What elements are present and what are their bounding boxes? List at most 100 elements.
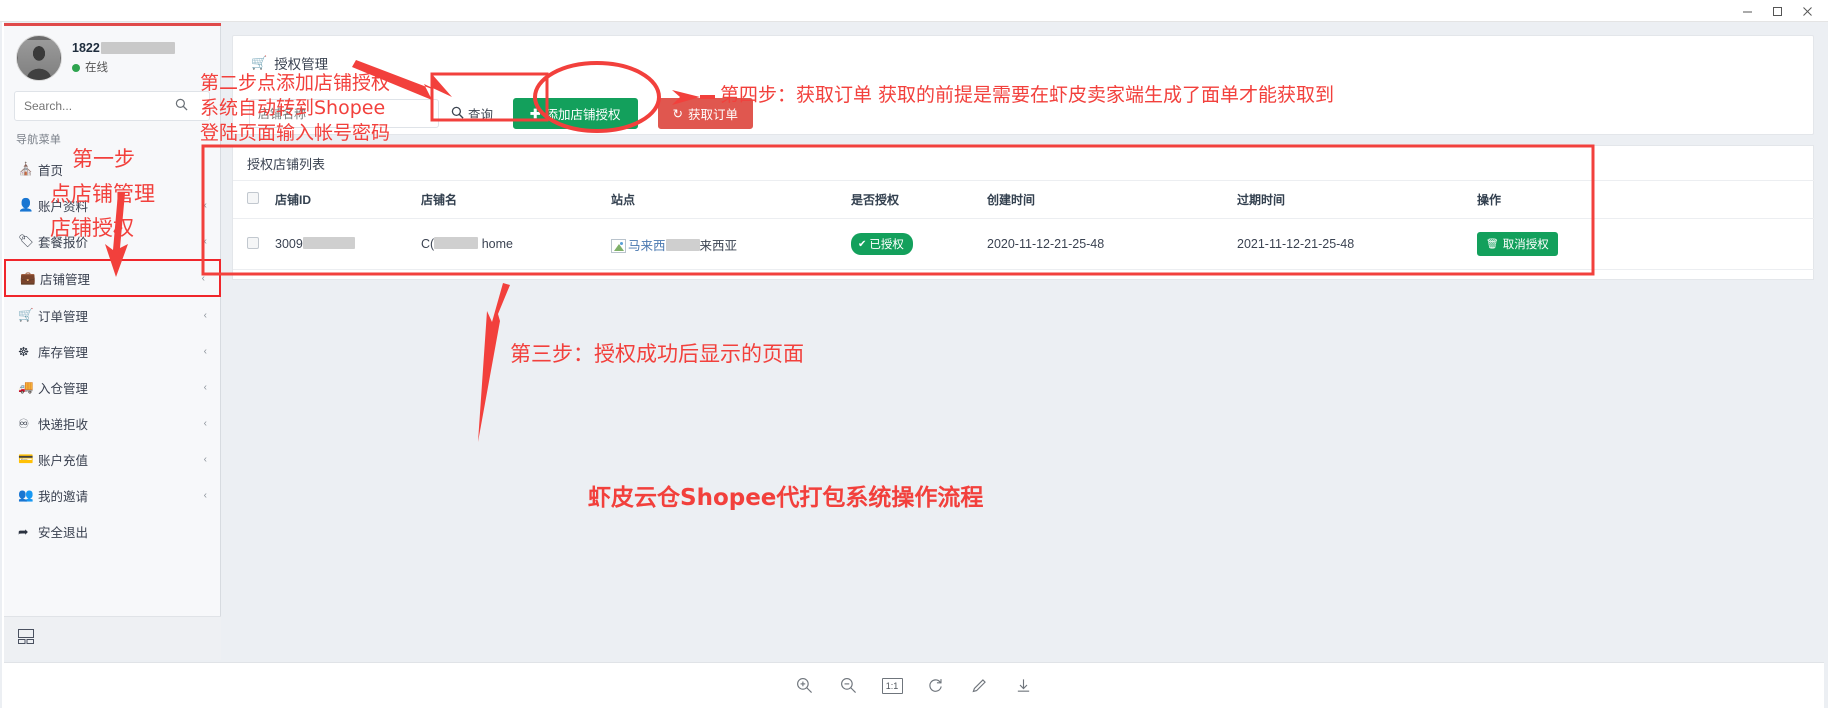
sidebar-item-shop-management[interactable]: 💼 店铺管理 ‹ (4, 259, 221, 297)
chevron-left-icon: ‹ (203, 345, 207, 357)
cell-action: 🗑 取消授权 (1477, 218, 1815, 270)
shop-name-input[interactable] (249, 99, 439, 128)
sidebar-item-recharge[interactable]: 💳 账户充值 ‹ (4, 441, 221, 477)
nav-section-title: 导航菜单 (16, 134, 62, 146)
user-icon: 👤 (18, 197, 34, 212)
minus-circle-icon: ♾ (18, 416, 30, 431)
avatar (16, 35, 62, 81)
search-input[interactable] (15, 93, 175, 119)
rotate-icon[interactable] (925, 675, 947, 697)
authorization-panel: 🛒 授权管理 查询 ✚ 添加店铺授权 ↻ 获取订单 (232, 35, 1814, 135)
sidebar-item-label: 我的邀请 (38, 489, 89, 504)
broken-image-icon (611, 238, 626, 253)
sidebar-item-warehouse-in[interactable]: 🚚 入仓管理 ‹ (4, 369, 221, 405)
actual-size-button[interactable]: 1:1 (881, 677, 903, 694)
sidebar-item-label: 首页 (38, 163, 64, 178)
trash-icon: 🗑 (1486, 238, 1499, 250)
sidebar-footer (4, 616, 221, 660)
query-button-label: 查询 (468, 108, 494, 122)
search-icon[interactable] (175, 98, 188, 114)
sidebar-nav: ⛪ 首页 👤 账户资料 ‹ 🏷 套餐报价 ‹ 💼 店铺管理 ‹ 🛒 订单管理 ‹… (4, 151, 221, 549)
users-icon: 👥 (18, 487, 34, 502)
tag-icon: 🏷 (18, 233, 34, 248)
maximize-icon[interactable] (1762, 1, 1792, 22)
sidebar-accent-bar (4, 23, 221, 26)
add-shop-button-label: 添加店铺授权 (545, 108, 621, 122)
cart-icon: 🛒 (18, 307, 34, 322)
refresh-icon: ↻ (672, 107, 683, 121)
chevron-left-icon: ‹ (203, 309, 207, 321)
authorized-shops-table: 店铺ID 店铺名 站点 是否授权 创建时间 过期时间 操作 3009 C(ho… (233, 180, 1815, 270)
cell-created-time: 2020-11-12-21-25-48 (987, 218, 1237, 270)
table-row[interactable]: 3009 C( home 马来西 来西亚 ✔ 已授权 2020-11-12-21… (233, 218, 1815, 270)
status-badge-label: 已授权 (869, 239, 904, 251)
sidebar-item-label: 订单管理 (38, 309, 89, 324)
zoom-in-icon[interactable] (794, 675, 816, 697)
credit-card-icon: 💳 (18, 451, 34, 466)
cart-icon: 🛒 (251, 55, 268, 70)
cancel-authorization-label: 取消授权 (1502, 239, 1549, 251)
minimize-icon[interactable] (1732, 1, 1762, 22)
cell-authorized: ✔ 已授权 (851, 218, 987, 270)
sidebar-item-inventory[interactable]: ☸ 库存管理 ‹ (4, 333, 221, 369)
shop-id-value: 3009 (275, 237, 303, 251)
sidebar-item-parcel-reject[interactable]: ♾ 快递拒收 ‹ (4, 405, 221, 441)
sidebar-item-label: 库存管理 (38, 345, 89, 360)
redacted-shop-name (434, 237, 479, 249)
plus-icon: ✚ (530, 107, 541, 121)
column-header-action: 操作 (1477, 180, 1815, 219)
sidebar-item-my-invites[interactable]: 👥 我的邀请 ‹ (4, 477, 221, 513)
sidebar-item-label: 账户充值 (38, 453, 89, 468)
column-header-shop-id: 店铺ID (275, 180, 421, 219)
window-layout-icon[interactable] (18, 629, 34, 648)
filter-toolbar: 查询 ✚ 添加店铺授权 ↻ 获取订单 (249, 98, 754, 129)
sidebar-item-label: 店铺管理 (40, 272, 91, 287)
sidebar-item-label: 快递拒收 (38, 417, 89, 432)
chevron-left-icon: ‹ (203, 235, 207, 247)
select-all-checkbox[interactable] (247, 192, 259, 204)
sidebar-item-logout[interactable]: ➦ 安全退出 (4, 513, 221, 549)
status-badge: ✔ 已授权 (851, 233, 913, 255)
online-dot-icon (72, 64, 80, 73)
cancel-authorization-button[interactable]: 🗑 取消授权 (1477, 232, 1558, 256)
sidebar-item-label: 套餐报价 (38, 235, 89, 250)
pencil-icon[interactable] (969, 675, 991, 697)
sidebar-item-account[interactable]: 👤 账户资料 ‹ (4, 187, 221, 223)
row-checkbox[interactable] (247, 236, 259, 249)
profile-status-label: 在线 (85, 62, 108, 75)
fetch-orders-button[interactable]: ↻ 获取订单 (657, 98, 754, 129)
column-header-authorized: 是否授权 (851, 180, 987, 219)
fetch-orders-button-label: 获取订单 (688, 108, 739, 122)
check-circle-icon: ✔ (858, 238, 867, 250)
truck-icon: 🚚 (18, 379, 34, 394)
shop-list-panel: 授权店铺列表 店铺ID 店铺名 站点 是否授权 创建时间 过期时间 操作 300… (232, 145, 1815, 280)
shop-name-prefix: C( (421, 237, 435, 251)
redacted-username (100, 42, 175, 55)
table-caption: 授权店铺列表 (247, 157, 326, 172)
download-icon[interactable] (1013, 675, 1035, 697)
title-bar (0, 0, 1828, 22)
home-icon: ⛪ (18, 161, 34, 176)
chevron-left-icon: ‹ (203, 381, 207, 393)
boxes-icon: ☸ (18, 344, 30, 359)
logout-icon: ➦ (18, 524, 29, 539)
sidebar-item-pricing[interactable]: 🏷 套餐报价 ‹ (4, 223, 221, 259)
table-header-row: 店铺ID 店铺名 站点 是否授权 创建时间 过期时间 操作 (233, 180, 1815, 219)
chevron-left-icon: ‹ (203, 489, 207, 501)
sidebar-search[interactable] (14, 91, 210, 121)
sidebar-item-home[interactable]: ⛪ 首页 (4, 151, 221, 187)
add-shop-authorization-button[interactable]: ✚ 添加店铺授权 (513, 98, 638, 129)
redacted-shop-id (302, 237, 355, 249)
query-button[interactable]: 查询 (447, 99, 497, 128)
column-header-created: 创建时间 (987, 180, 1237, 219)
sidebar-item-order-management[interactable]: 🛒 订单管理 ‹ (4, 297, 221, 333)
close-icon[interactable] (1792, 1, 1822, 22)
zoom-out-icon[interactable] (838, 675, 860, 697)
user-profile: 1822 在线 (4, 29, 221, 87)
row-select-cell[interactable] (233, 218, 275, 270)
select-all-header[interactable] (233, 180, 275, 219)
window-controls (1732, 0, 1822, 22)
bottom-toolbar: 1:1 (4, 662, 1824, 708)
redacted-site (665, 238, 700, 251)
sidebar-item-label: 安全退出 (38, 525, 89, 540)
